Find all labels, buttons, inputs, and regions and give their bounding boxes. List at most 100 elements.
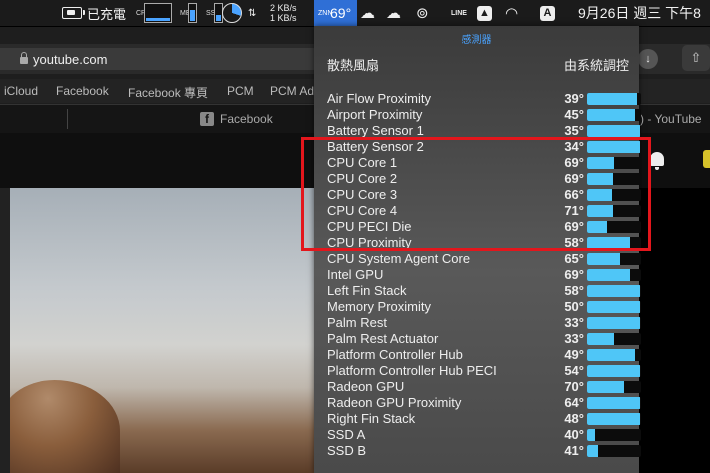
sensor-bar-fill <box>587 317 640 329</box>
cpu-monitor[interactable]: CPU <box>136 0 172 26</box>
address-field[interactable]: youtube.com <box>0 48 318 70</box>
sensor-row: Radeon GPU 70° <box>327 379 641 395</box>
bookmark-facebook[interactable]: Facebook <box>56 84 109 98</box>
input-source-menu[interactable]: A <box>540 0 555 26</box>
wifi-menu[interactable]: ◠ <box>505 0 518 26</box>
sensor-row: SSD B 41° <box>327 443 641 459</box>
cpu-label: CPU <box>136 10 151 17</box>
net-upload: 2 KB/s <box>270 3 297 13</box>
input-source-icon: A <box>540 5 555 21</box>
bookmark-pcm-ad[interactable]: PCM Ad <box>270 84 314 98</box>
sensor-value: 49° <box>564 347 584 362</box>
sensor-name: Memory Proximity <box>327 299 432 314</box>
sensor-name: Air Flow Proximity <box>327 91 432 106</box>
sensor-bar-fill <box>587 397 640 409</box>
sensor-menu-button[interactable]: ZNN 69° <box>314 0 358 26</box>
sensor-value: 54° <box>564 363 584 378</box>
sensor-bar <box>587 333 641 345</box>
sensor-bar <box>587 381 641 393</box>
disk-usage-pie[interactable] <box>222 0 242 26</box>
sensor-row: SSD A 40° <box>327 427 641 443</box>
tab-divider <box>67 109 68 129</box>
ssd-monitor[interactable]: SSD <box>206 0 223 26</box>
sensor-row: Air Flow Proximity 39° <box>327 91 641 107</box>
sensor-bar-fill <box>587 365 640 377</box>
sensor-row: Platform Controller Hub 49° <box>327 347 641 363</box>
sensor-value: 64° <box>564 395 584 410</box>
battery-status[interactable]: 已充電 <box>62 0 126 26</box>
sensor-row: Right Fin Stack 48° <box>327 411 641 427</box>
sensor-bar-fill <box>587 109 635 121</box>
ssd-label: SSD <box>206 10 220 17</box>
bell-icon[interactable] <box>650 152 664 170</box>
network-monitor[interactable]: 2 KB/s 1 KB/s <box>270 0 297 26</box>
share-button[interactable]: ⇧ <box>682 45 710 71</box>
sensor-bar <box>587 413 641 425</box>
sensor-bar-fill <box>587 93 637 105</box>
menu-bar: 已充電 CPU MEM SSD ⇅ 2 KB/s 1 KB/s ZNN 69° … <box>0 0 710 27</box>
avatar[interactable] <box>703 150 710 168</box>
google-drive-icon: ▲ <box>477 5 492 21</box>
sensor-bar-fill <box>587 413 640 425</box>
sensor-bar-fill <box>587 269 631 281</box>
sensor-row: Left Fin Stack 58° <box>327 283 641 299</box>
sensor-tab-title[interactable]: 感測器 <box>314 31 639 46</box>
sensor-value: 48° <box>564 411 584 426</box>
bookmark-facebook-page[interactable]: Facebook 專頁 <box>128 84 208 101</box>
net-download: 1 KB/s <box>270 13 297 23</box>
sensor-value: 70° <box>564 379 584 394</box>
sensor-bar <box>587 269 641 281</box>
bookmark-icloud[interactable]: iCloud <box>4 84 38 98</box>
sensor-value: 40° <box>564 427 584 442</box>
page-left-edge <box>0 188 10 473</box>
sensor-bar <box>587 397 641 409</box>
sensor-name: Radeon GPU Proximity <box>327 395 462 410</box>
sensor-row: Airport Proximity 45° <box>327 107 641 123</box>
sensor-value: 45° <box>564 107 584 122</box>
memory-monitor[interactable]: MEM <box>180 0 197 26</box>
tab-facebook[interactable]: f Facebook <box>200 112 273 126</box>
sensor-bar-fill <box>587 429 595 441</box>
download-button[interactable]: ↓ <box>638 49 658 69</box>
line-menu[interactable]: LINE <box>451 0 467 26</box>
sensor-bar <box>587 349 641 361</box>
sensor-name: Left Fin Stack <box>327 283 407 298</box>
sensor-name: CPU System Agent Core <box>327 251 471 266</box>
facebook-icon: f <box>200 112 214 126</box>
creative-cloud-icon: ⊚ <box>416 5 429 22</box>
temp-label: ZNN <box>318 9 333 17</box>
sensor-bar-fill <box>587 253 621 265</box>
sensor-bar <box>587 93 641 105</box>
mem-label: MEM <box>180 10 196 17</box>
drive-menu[interactable]: ▲ <box>477 0 492 26</box>
creative-cloud-menu[interactable]: ⊚ <box>416 0 429 26</box>
lock-icon <box>20 52 28 64</box>
bookmark-pcm[interactable]: PCM <box>227 84 254 98</box>
memory-bar-icon <box>188 3 197 23</box>
tab-youtube[interactable]: ) - YouTube <box>640 112 702 126</box>
network-arrows: ⇅ <box>248 0 256 26</box>
cloud-menu-1[interactable]: ☁ <box>360 0 375 26</box>
sensor-bar <box>587 253 641 265</box>
temp-value: 69° <box>330 5 352 21</box>
share-icon: ⇧ <box>690 50 702 65</box>
sensor-value: 33° <box>564 331 584 346</box>
sensor-name: Airport Proximity <box>327 107 423 122</box>
sensor-value: 65° <box>564 251 584 266</box>
cloud-icon: ☁ <box>360 5 375 22</box>
sensor-bar <box>587 429 641 441</box>
tab-youtube-label: ) - YouTube <box>640 112 702 126</box>
sensor-row: Intel GPU 69° <box>327 267 641 283</box>
sensor-value: 41° <box>564 443 584 458</box>
sensor-bar-fill <box>587 301 640 313</box>
sensor-row: Memory Proximity 50° <box>327 299 641 315</box>
sensor-bar <box>587 125 641 137</box>
cpu-graph-icon <box>144 3 172 23</box>
sensor-row: CPU System Agent Core 65° <box>327 251 641 267</box>
clock-text: 9月26日 週三 下午8 <box>578 5 701 21</box>
sensor-name: Right Fin Stack <box>327 411 416 426</box>
cloud-menu-2[interactable]: ☁ <box>386 0 401 26</box>
sensor-value: 39° <box>564 91 584 106</box>
battery-label: 已充電 <box>87 6 127 22</box>
clock-menu[interactable]: 9月26日 週三 下午8 <box>578 0 701 26</box>
